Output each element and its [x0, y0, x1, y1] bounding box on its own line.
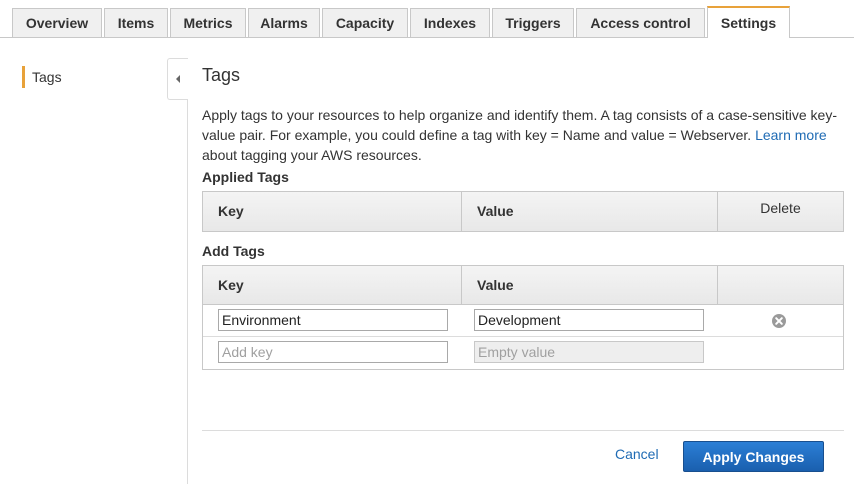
- applied-col-value: Value: [461, 192, 717, 231]
- remove-circle-icon[interactable]: [771, 313, 787, 329]
- tab-indexes[interactable]: Indexes: [410, 8, 490, 37]
- new-tag-key-input[interactable]: [218, 341, 448, 363]
- applied-tags-header: Key Value Delete: [203, 192, 843, 231]
- sidenav-divider: [187, 58, 188, 484]
- chevron-left-icon: [176, 75, 180, 83]
- applied-col-key: Key: [218, 203, 244, 219]
- tab-capacity[interactable]: Capacity: [322, 8, 408, 37]
- apply-changes-button[interactable]: Apply Changes: [683, 441, 824, 472]
- tags-description: Apply tags to your resources to help org…: [202, 105, 844, 165]
- tag-key-input[interactable]: [218, 309, 448, 331]
- learn-more-link[interactable]: Learn more: [755, 127, 827, 143]
- description-suffix: about tagging your AWS resources.: [202, 147, 422, 163]
- table-row: [203, 337, 843, 369]
- tag-value-input[interactable]: [474, 309, 704, 331]
- side-nav: Tags: [0, 38, 187, 484]
- applied-col-delete: Delete: [717, 192, 843, 231]
- new-tag-value-input: [474, 341, 704, 363]
- add-tags-table: Key Value: [202, 265, 844, 370]
- tab-triggers[interactable]: Triggers: [492, 8, 574, 37]
- tab-bar: Overview Items Metrics Alarms Capacity I…: [0, 0, 854, 38]
- tab-access-control[interactable]: Access control: [576, 8, 705, 37]
- footer-divider: [202, 430, 844, 431]
- tab-alarms[interactable]: Alarms: [248, 8, 320, 37]
- tab-settings[interactable]: Settings: [707, 6, 790, 38]
- page-title: Tags: [202, 65, 241, 85]
- add-col-value: Value: [461, 266, 717, 305]
- add-tags-label: Add Tags: [202, 243, 265, 259]
- cancel-button[interactable]: Cancel: [615, 446, 659, 462]
- description-text: Apply tags to your resources to help org…: [202, 107, 838, 143]
- tab-items[interactable]: Items: [104, 8, 168, 37]
- tab-overview[interactable]: Overview: [12, 8, 102, 37]
- table-row: [203, 305, 843, 337]
- sidenav-item-tags[interactable]: Tags: [22, 66, 62, 88]
- applied-tags-label: Applied Tags: [202, 169, 289, 185]
- add-col-actions: [717, 266, 843, 305]
- add-col-key: Key: [218, 277, 244, 293]
- collapse-sidenav-button[interactable]: [167, 58, 188, 100]
- tab-metrics[interactable]: Metrics: [170, 8, 246, 37]
- applied-tags-table: Key Value Delete: [202, 191, 844, 232]
- add-tags-header: Key Value: [203, 266, 843, 305]
